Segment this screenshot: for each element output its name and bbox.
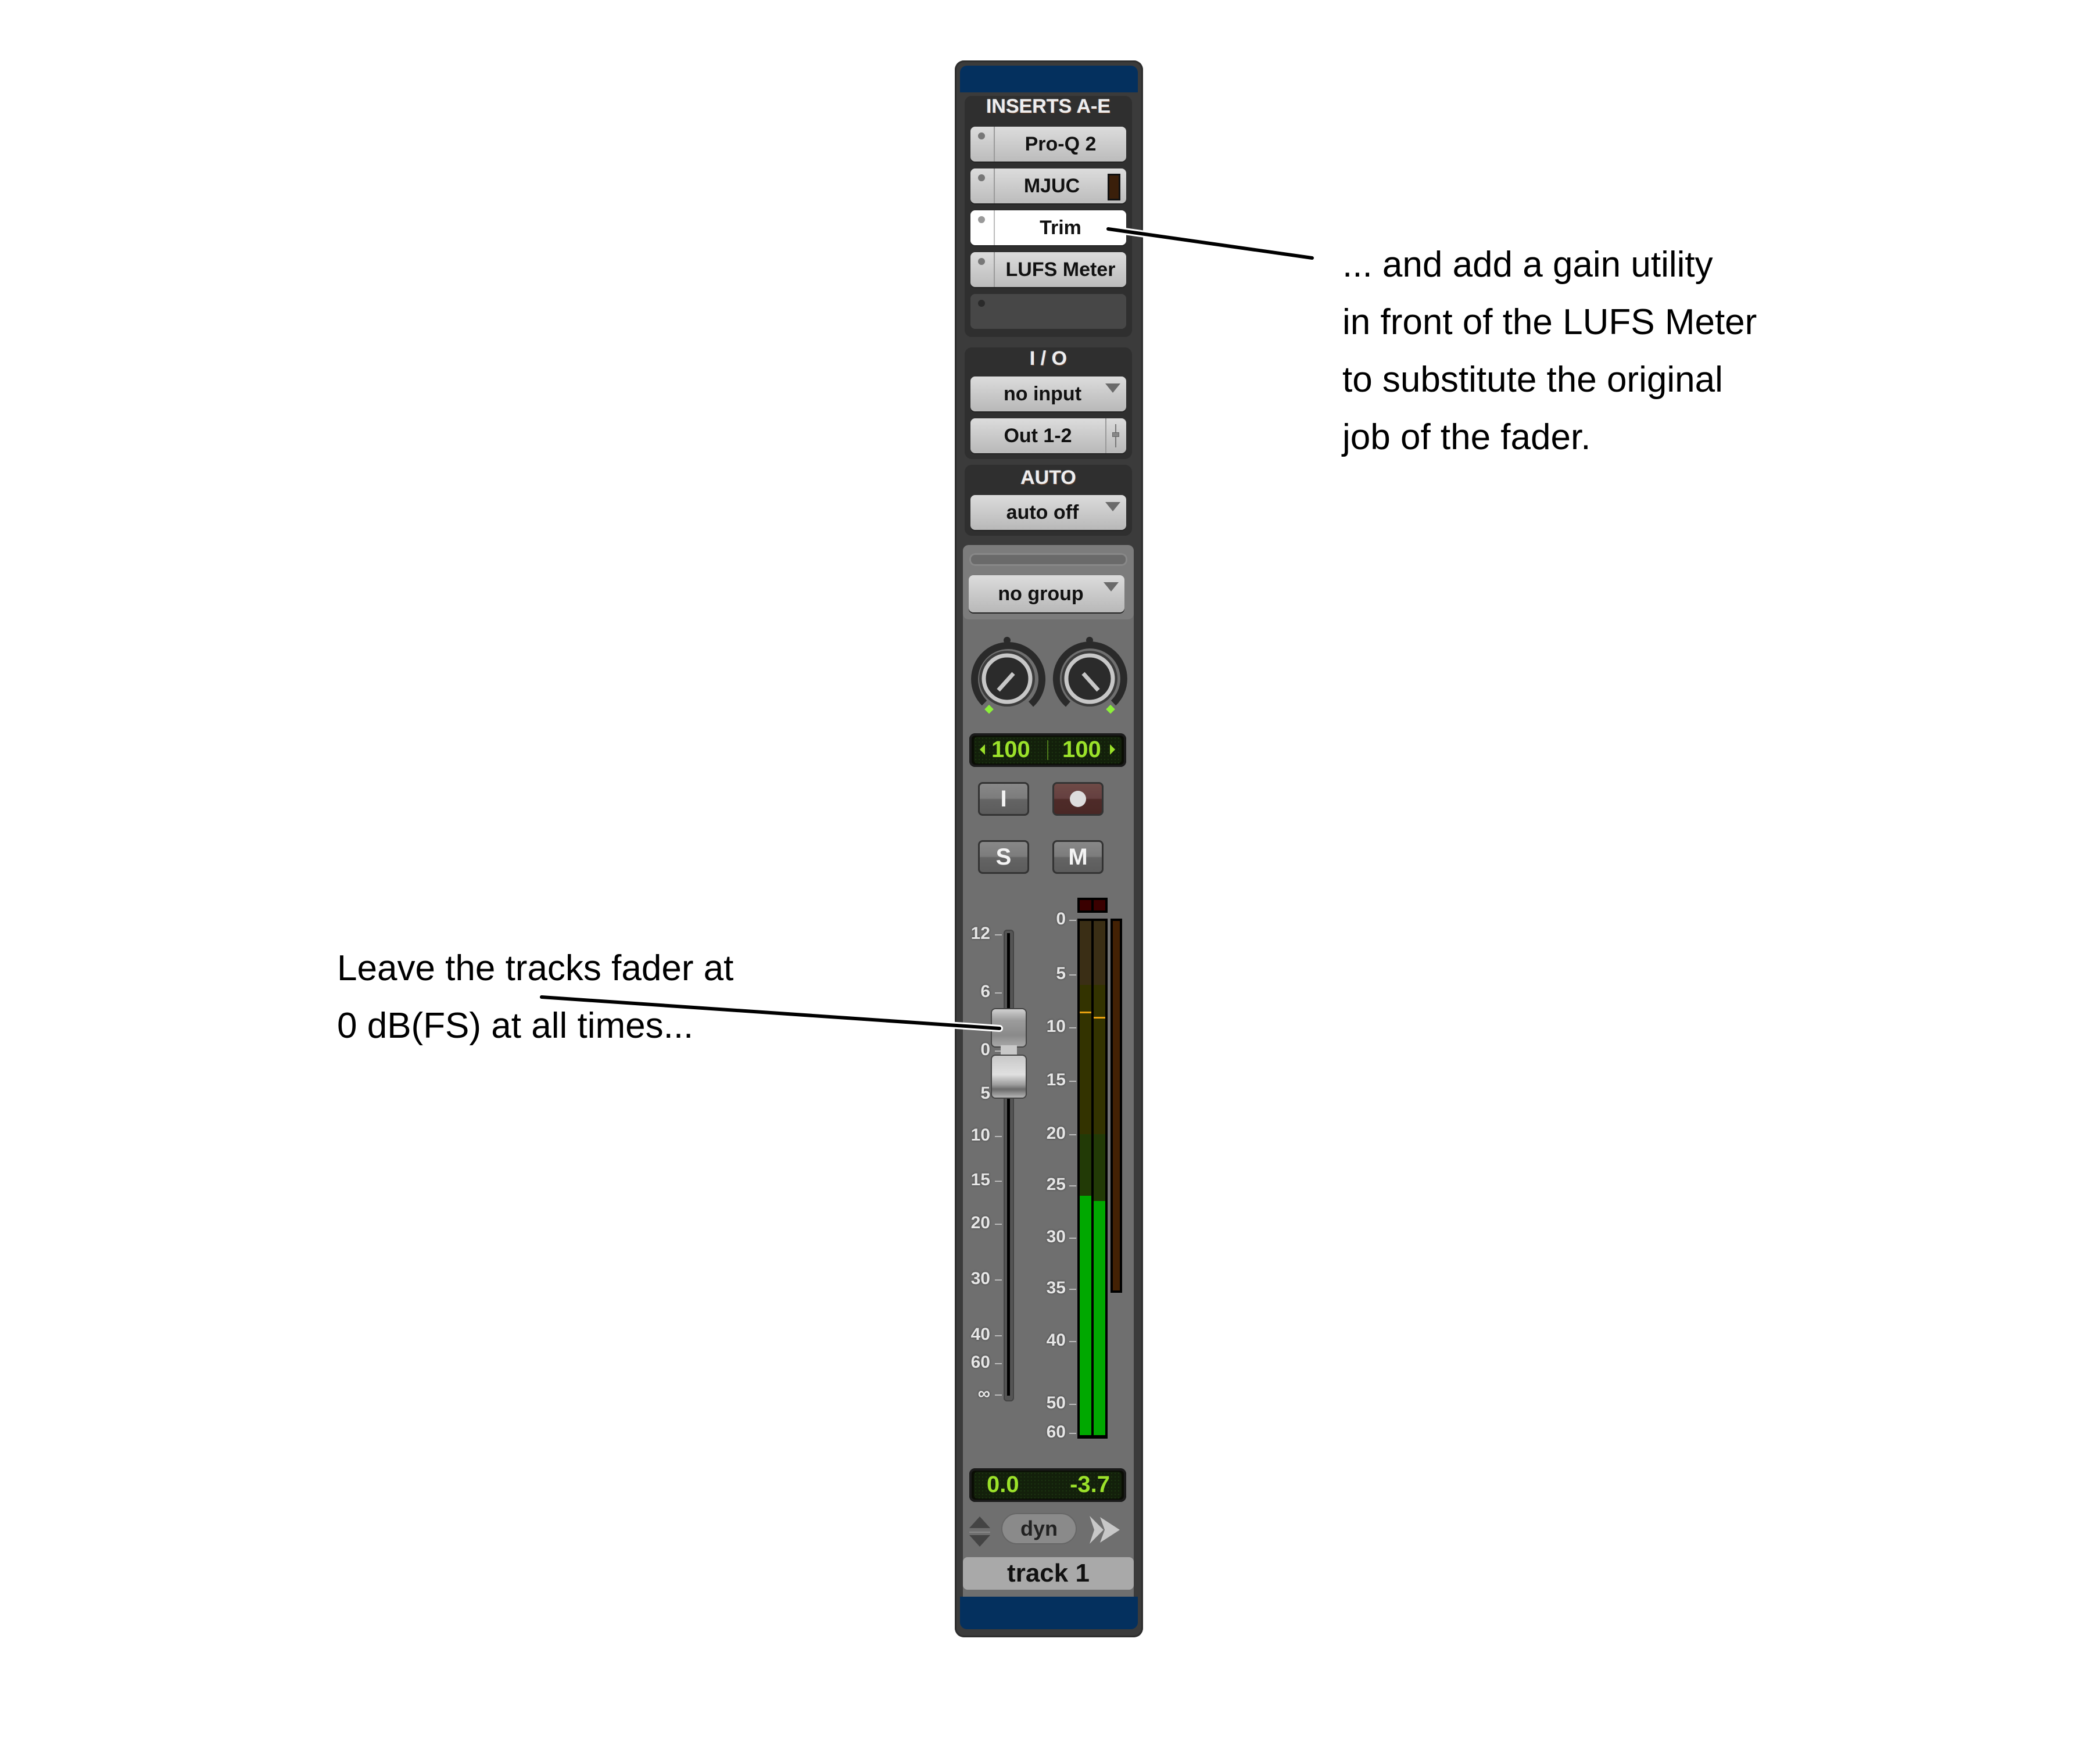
annotation-left: Leave the tracks fader at 0 dB(FS) at al…	[337, 940, 860, 1055]
annotation-right: ... and add a gain utility in front of t…	[1342, 236, 1865, 466]
annotation-line: in front of the LUFS Meter	[1342, 302, 1757, 342]
annotation-line: Leave the tracks fader at	[337, 948, 734, 988]
annotation-line: 0 dB(FS) at all times...	[337, 1006, 694, 1046]
annotation-line: to substitute the original	[1342, 360, 1723, 400]
annotation-line: ... and add a gain utility	[1342, 245, 1713, 285]
annotation-line: job of the fader.	[1342, 417, 1591, 457]
